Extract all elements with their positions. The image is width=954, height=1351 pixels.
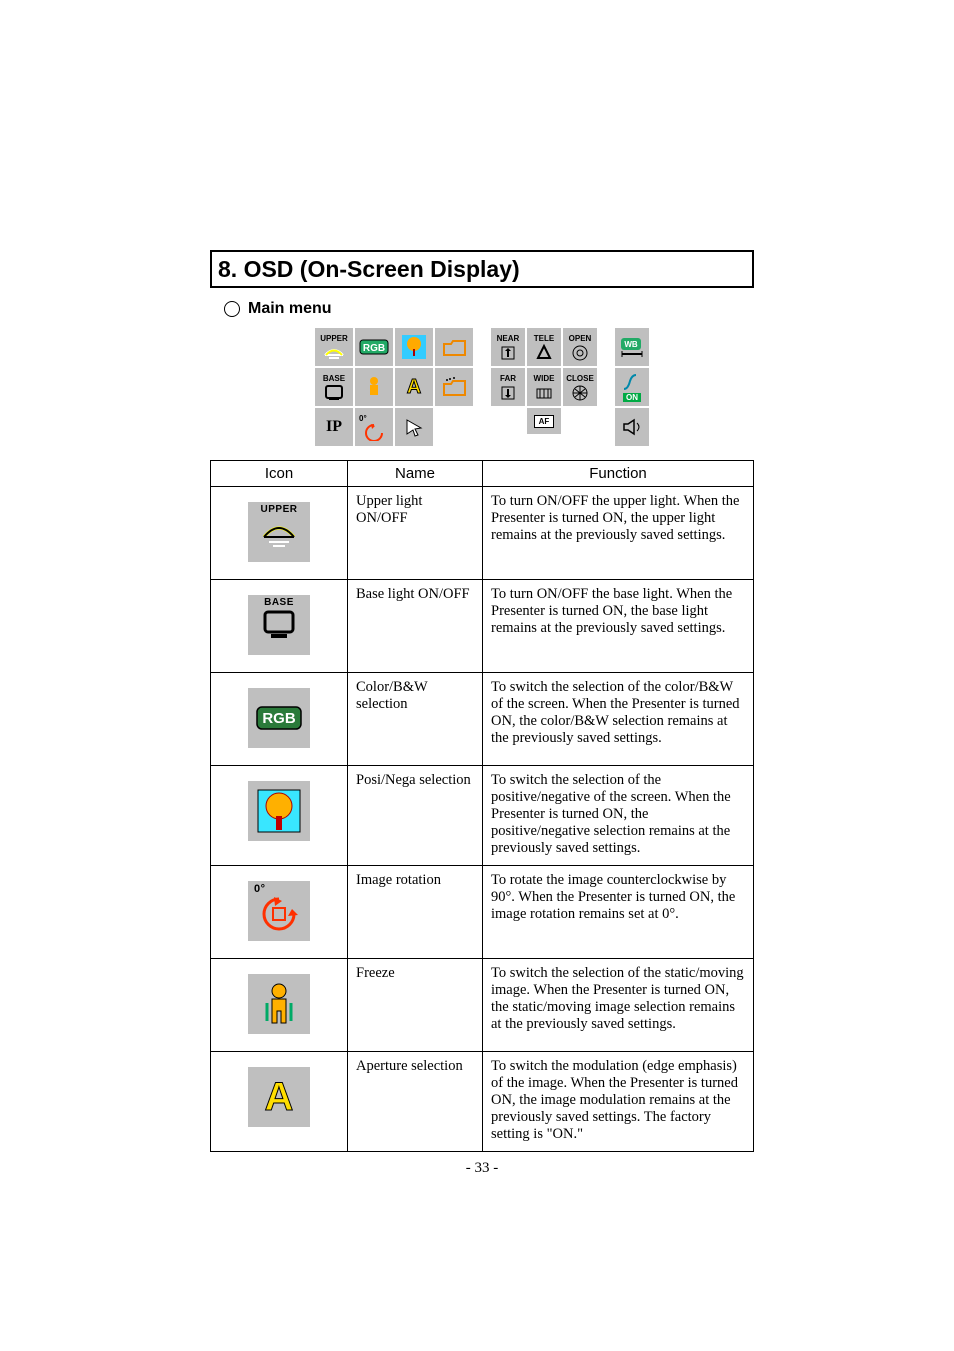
osd-tele-icon: TELE xyxy=(527,328,561,366)
osd-upper-light-icon: UPPER xyxy=(315,328,353,366)
osd-rotate-small-icon: 0° xyxy=(355,408,393,446)
subsection-heading: Main menu xyxy=(224,300,754,318)
row-name: Base light ON/OFF xyxy=(348,580,483,673)
row-function: To rotate the image counterclockwise by … xyxy=(483,866,754,959)
row-function: To switch the selection of the color/B&W… xyxy=(483,673,754,766)
posinega-icon xyxy=(248,781,310,841)
table-row: Posi/Nega selection To switch the select… xyxy=(211,766,754,866)
osd-far-icon: FAR xyxy=(491,368,525,406)
row-name: Freeze xyxy=(348,959,483,1052)
near-glyph xyxy=(499,343,517,361)
svg-text:WB: WB xyxy=(624,340,638,349)
osd-af-icon: AF xyxy=(527,408,561,434)
osd-base-light-icon: BASE xyxy=(315,368,353,406)
table-row: Freeze To switch the selection of the st… xyxy=(211,959,754,1052)
row-name: Image rotation xyxy=(348,866,483,959)
table-row: RGB Color/B&W selection To switch the se… xyxy=(211,673,754,766)
rgb-glyph-large: RGB xyxy=(254,701,304,735)
row-function: To switch the modulation (edge emphasis)… xyxy=(483,1052,754,1152)
iris-open-glyph xyxy=(570,343,590,361)
wb-glyph: WB xyxy=(618,336,646,358)
row-function: To turn ON/OFF the base light. When the … xyxy=(483,580,754,673)
osd-gamma-icon: ON xyxy=(615,368,649,406)
tele-glyph xyxy=(535,343,553,361)
base-light-glyph-large xyxy=(257,608,301,642)
tree-glyph-large xyxy=(256,788,302,834)
image-rotation-icon: 0° xyxy=(248,881,310,941)
folder-glyph xyxy=(441,336,467,358)
svg-text:RGB: RGB xyxy=(262,710,296,727)
osd-rgb-icon: RGB xyxy=(355,328,393,366)
row-name: Aperture selection xyxy=(348,1052,483,1152)
osd-folder1-icon xyxy=(435,328,473,366)
osd-group-left: UPPER RGB BASE xyxy=(315,328,473,446)
freeze-glyph-small xyxy=(363,375,385,399)
osd-wb-icon: WB xyxy=(615,328,649,366)
speaker-glyph xyxy=(620,417,644,437)
gamma-glyph xyxy=(620,373,644,393)
th-name: Name xyxy=(348,461,483,487)
osd-close-icon: CLOSE xyxy=(563,368,597,406)
document-page: 8. OSD (On-Screen Display) Main menu UPP… xyxy=(0,0,954,1217)
th-icon: Icon xyxy=(211,461,348,487)
osd-function-table: Icon Name Function UPPER xyxy=(210,460,754,1152)
osd-open-icon: OPEN xyxy=(563,328,597,366)
osd-group-right: WB ON xyxy=(615,328,649,446)
th-function: Function xyxy=(483,461,754,487)
base-light-icon: BASE xyxy=(248,595,310,655)
iris-close-glyph xyxy=(570,383,590,401)
pointer-glyph xyxy=(403,416,425,438)
rgb-icon: RGB xyxy=(248,688,310,748)
osd-aperture-small-icon: A xyxy=(395,368,433,406)
table-row: A Aperture selection To switch the modul… xyxy=(211,1052,754,1152)
svg-text:RGB: RGB xyxy=(363,343,385,354)
section-title-box: 8. OSD (On-Screen Display) xyxy=(210,250,754,288)
rgb-glyph: RGB xyxy=(359,336,389,358)
upper-light-glyph-large xyxy=(257,515,301,549)
osd-figure: UPPER RGB BASE xyxy=(210,328,754,446)
table-row: UPPER Upper light ON/OFF To turn ON/OFF … xyxy=(211,487,754,580)
bullet-circle-icon xyxy=(224,301,240,317)
aperture-icon: A xyxy=(248,1067,310,1127)
osd-folder2-icon xyxy=(435,368,473,406)
osd-near-icon: NEAR xyxy=(491,328,525,366)
aperture-a-glyph: A xyxy=(407,376,421,399)
upper-light-icon: UPPER xyxy=(248,502,310,562)
freeze-glyph-large xyxy=(259,981,299,1027)
base-light-glyph xyxy=(321,383,347,401)
osd-freeze-small-icon xyxy=(355,368,393,406)
rotate-glyph-small xyxy=(363,423,385,441)
osd-ip-icon: IP xyxy=(315,408,353,446)
osd-pointer-icon xyxy=(395,408,433,446)
far-glyph xyxy=(499,383,517,401)
row-name: Upper light ON/OFF xyxy=(348,487,483,580)
aperture-a-glyph-large: A xyxy=(265,1077,294,1117)
row-function: To switch the selection of the static/mo… xyxy=(483,959,754,1052)
osd-group-center: NEAR TELE OPEN FAR WIDE xyxy=(491,328,597,446)
table-row: BASE Base light ON/OFF To turn ON/OFF th… xyxy=(211,580,754,673)
table-row: 0° Image rotation To rotate the image co… xyxy=(211,866,754,959)
osd-speaker-icon xyxy=(615,408,649,446)
tree-glyph-small xyxy=(402,335,426,359)
row-name: Posi/Nega selection xyxy=(348,766,483,866)
osd-posinega-small-icon xyxy=(395,328,433,366)
subsection-label: Main menu xyxy=(248,300,332,318)
page-number: - 33 - xyxy=(210,1160,754,1177)
wide-glyph xyxy=(534,383,554,401)
section-title: 8. OSD (On-Screen Display) xyxy=(218,256,520,282)
row-name: Color/B&W selection xyxy=(348,673,483,766)
osd-wide-icon: WIDE xyxy=(527,368,561,406)
rotate-glyph-large xyxy=(258,895,300,931)
freeze-icon xyxy=(248,974,310,1034)
row-function: To switch the selection of the positive/… xyxy=(483,766,754,866)
row-function: To turn ON/OFF the upper light. When the… xyxy=(483,487,754,580)
upper-light-glyph xyxy=(321,343,347,361)
folder-dot-glyph xyxy=(441,376,467,398)
